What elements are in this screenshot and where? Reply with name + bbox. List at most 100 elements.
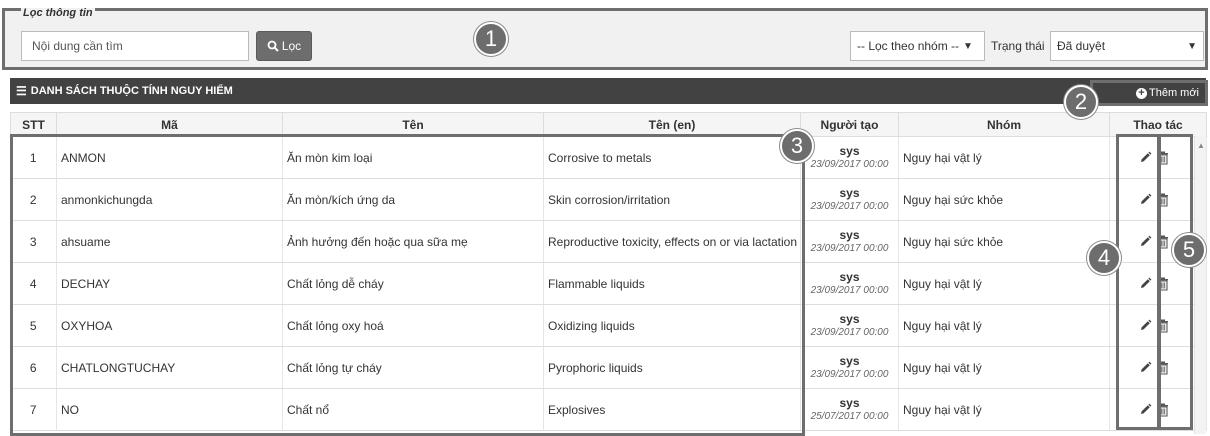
cell-name-en: Pyrophoric liquids — [543, 346, 801, 389]
cell-stt: 7 — [10, 388, 57, 431]
hazard-table: STT Mã Tên Tên (en) Người tạo Nhóm Thao … — [10, 112, 1207, 431]
table-row[interactable]: 7 NO Chất nổ Explosives sys 25/07/2017 00:00 N… — [10, 388, 1207, 431]
trash-icon[interactable] — [1156, 360, 1170, 376]
cell-creator: sys 23/09/2017 00:00 — [800, 262, 899, 305]
search-input[interactable] — [21, 31, 249, 61]
cell-actions — [1109, 388, 1207, 431]
status-select[interactable]: Đã duyệt ▼ — [1050, 31, 1204, 61]
creator-name: sys — [839, 353, 860, 368]
cell-actions — [1109, 304, 1207, 347]
table-row[interactable]: 5 OXYHOA Chất lỏng oxy hoá Oxidizing liquid… — [10, 304, 1207, 347]
add-new-button[interactable]: + Thêm mới — [1090, 80, 1208, 106]
filter-legend: Lọc thông tin — [21, 7, 95, 19]
list-icon: ☰ — [16, 84, 27, 98]
created-date: 23/09/2017 00:00 — [810, 326, 889, 338]
callout-5: 5 — [1172, 233, 1206, 267]
created-date: 23/09/2017 00:00 — [810, 242, 889, 254]
creator-name: sys — [839, 311, 860, 326]
table-header-row: STT Mã Tên Tên (en) Người tạo Nhóm Thao … — [10, 112, 1207, 137]
cell-creator: sys 23/09/2017 00:00 — [800, 136, 899, 179]
cell-name-en: Explosives — [543, 388, 801, 431]
cell-creator: sys 23/09/2017 00:00 — [800, 304, 899, 347]
creator-name: sys — [839, 269, 860, 284]
status-label: Trạng thái — [991, 39, 1045, 53]
cell-actions — [1109, 178, 1207, 221]
pencil-icon[interactable] — [1138, 402, 1152, 418]
table-row[interactable]: 1 ANMON Ăn mòn kim loại Corrosive to metals… — [10, 136, 1207, 179]
creator-name: sys — [839, 395, 860, 410]
cell-name-en: Flammable liquids — [543, 262, 801, 305]
column-header-code[interactable]: Mã — [56, 112, 283, 137]
filter-panel: Lọc thông tin Lọc -- Lọc theo nhóm -- ▼ … — [2, 8, 1208, 70]
pencil-icon[interactable] — [1138, 318, 1152, 334]
filter-button[interactable]: Lọc — [256, 31, 312, 61]
created-date: 25/07/2017 00:00 — [810, 410, 889, 422]
plus-circle-icon: + — [1136, 87, 1147, 99]
pencil-icon[interactable] — [1138, 276, 1152, 292]
creator-name: sys — [839, 227, 860, 242]
group-filter-select[interactable]: -- Lọc theo nhóm -- ▼ — [850, 31, 985, 61]
cell-group: Nguy hại vật lý — [898, 136, 1110, 179]
cell-name-en: Reproductive toxicity, effects on or via… — [543, 220, 801, 263]
add-new-label: Thêm mới — [1149, 87, 1199, 99]
trash-icon[interactable] — [1156, 150, 1170, 166]
scrollbar[interactable] — [1194, 136, 1206, 434]
cell-stt: 2 — [10, 178, 57, 221]
cell-creator: sys 23/09/2017 00:00 — [800, 346, 899, 389]
column-header-name[interactable]: Tên — [282, 112, 544, 137]
cell-group: Nguy hại vật lý — [898, 388, 1110, 431]
created-date: 23/09/2017 00:00 — [810, 284, 889, 296]
cell-code: ahsuame — [56, 220, 283, 263]
scroll-up-icon[interactable]: ▲ — [1197, 141, 1205, 150]
list-header: ☰ DANH SÁCH THUỘC TÍNH NGUY HIỂM — [10, 78, 1206, 104]
created-date: 23/09/2017 00:00 — [810, 158, 889, 170]
trash-icon[interactable] — [1156, 276, 1170, 292]
column-header-creator[interactable]: Người tạo — [800, 112, 899, 137]
table-row[interactable]: 6 CHATLONGTUCHAY Chất lỏng tự cháy Pyrophor… — [10, 346, 1207, 389]
table-row[interactable]: 3 ahsuame Ảnh hưởng đến hoặc qua sữa mẹ Rep… — [10, 220, 1207, 263]
cell-creator: sys 25/07/2017 00:00 — [800, 388, 899, 431]
cell-actions — [1109, 262, 1207, 305]
cell-name: Chất nổ — [282, 388, 544, 431]
callout-3: 3 — [780, 129, 814, 163]
trash-icon[interactable] — [1156, 318, 1170, 334]
creator-name: sys — [839, 185, 860, 200]
cell-actions — [1109, 346, 1207, 389]
cell-stt: 5 — [10, 304, 57, 347]
callout-4: 4 — [1087, 241, 1121, 275]
group-filter-value: -- Lọc theo nhóm -- — [857, 39, 960, 53]
cell-actions — [1109, 136, 1207, 179]
table-row[interactable]: 2 anmonkichungda Ăn mòn/kích ứng da Skin co… — [10, 178, 1207, 221]
cell-group: Nguy hại sức khỏe — [898, 220, 1110, 263]
column-header-stt[interactable]: STT — [10, 112, 57, 137]
cell-creator: sys 23/09/2017 00:00 — [800, 178, 899, 221]
cell-name: Ăn mòn kim loại — [282, 136, 544, 179]
cell-code: DECHAY — [56, 262, 283, 305]
trash-icon[interactable] — [1156, 234, 1170, 250]
column-header-actions: Thao tác — [1109, 112, 1207, 137]
created-date: 23/09/2017 00:00 — [810, 200, 889, 212]
cell-name: Chất lỏng tự cháy — [282, 346, 544, 389]
pencil-icon[interactable] — [1138, 234, 1152, 250]
creator-name: sys — [839, 143, 860, 158]
cell-group: Nguy hại vật lý — [898, 262, 1110, 305]
pencil-icon[interactable] — [1138, 192, 1152, 208]
trash-icon[interactable] — [1156, 192, 1170, 208]
cell-name: Ảnh hưởng đến hoặc qua sữa mẹ — [282, 220, 544, 263]
cell-name-en: Corrosive to metals — [543, 136, 801, 179]
cell-code: CHATLONGTUCHAY — [56, 346, 283, 389]
status-value: Đã duyệt — [1057, 39, 1106, 53]
column-header-name-en[interactable]: Tên (en) — [543, 112, 801, 137]
cell-group: Nguy hại sức khỏe — [898, 178, 1110, 221]
cell-code: OXYHOA — [56, 304, 283, 347]
cell-code: ANMON — [56, 136, 283, 179]
table-row[interactable]: 4 DECHAY Chất lỏng dễ cháy Flammable liquid… — [10, 262, 1207, 305]
cell-name-en: Oxidizing liquids — [543, 304, 801, 347]
cell-creator: sys 23/09/2017 00:00 — [800, 220, 899, 263]
cell-group: Nguy hại vật lý — [898, 304, 1110, 347]
pencil-icon[interactable] — [1138, 360, 1152, 376]
trash-icon[interactable] — [1156, 402, 1170, 418]
cell-code: NO — [56, 388, 283, 431]
pencil-icon[interactable] — [1138, 150, 1152, 166]
callout-1: 1 — [474, 22, 508, 56]
